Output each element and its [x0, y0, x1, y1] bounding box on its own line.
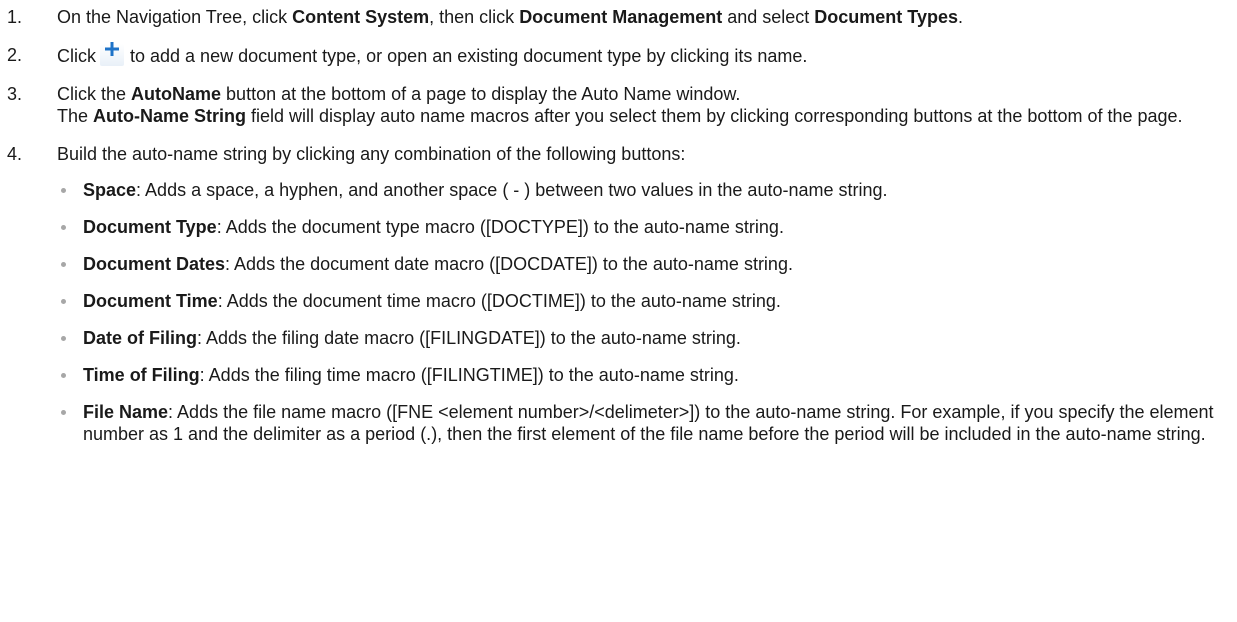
ui-term-auto-name-string: Auto-Name String: [93, 106, 247, 126]
bullet-desc: : Adds a space, a hyphen, and another sp…: [136, 180, 888, 200]
step-text: The: [57, 106, 94, 126]
list-item-time-of-filing: Time of Filing: Adds the filing time mac…: [57, 364, 1237, 386]
bullet-desc: : Adds the file name macro ([FNE <elemen…: [83, 402, 1214, 444]
bullet-term: Time of Filing: [83, 365, 200, 385]
step-text: On the Navigation Tree, click: [57, 7, 293, 27]
list-item-space: Space: Adds a space, a hyphen, and anoth…: [57, 179, 1237, 201]
step-text: button at the bottom of a page to displa…: [221, 84, 741, 104]
step-text: Build the auto-name string by clicking a…: [57, 144, 686, 164]
step-2: 2. Click to add a new document type, or o…: [0, 42, 1237, 67]
add-plus-icon: [100, 42, 124, 66]
bullet-term: Date of Filing: [83, 328, 197, 348]
ui-term-document-management: Document Management: [519, 7, 723, 27]
ui-term-autoname: AutoName: [131, 84, 222, 104]
step-text: and select: [722, 7, 815, 27]
button-list: Space: Adds a space, a hyphen, and anoth…: [57, 179, 1237, 445]
step-1: 1. On the Navigation Tree, click Content…: [0, 6, 1237, 28]
step-text: .: [957, 7, 963, 27]
bullet-term: Document Type: [83, 217, 217, 237]
step-body: On the Navigation Tree, click Content Sy…: [57, 6, 1237, 28]
step-body: Click to add a new document type, or open…: [57, 42, 1237, 67]
bullet-term: Document Dates: [83, 254, 226, 274]
step-number: 1.: [7, 7, 23, 27]
step-text: Click: [57, 46, 96, 66]
step-body: Build the auto-name string by clicking a…: [57, 143, 1237, 445]
step-3: 3. Click the AutoName button at the bott…: [0, 83, 1237, 127]
list-item-document-type: Document Type: Adds the document type ma…: [57, 216, 1237, 238]
step-number: 3.: [7, 84, 23, 104]
list-item-date-of-filing: Date of Filing: Adds the filing date mac…: [57, 327, 1237, 349]
step-line: The Auto-Name String field will display …: [57, 105, 1237, 127]
bullet-desc: : Adds the filing date macro ([FILINGDAT…: [197, 328, 741, 348]
list-item-document-time: Document Time: Adds the document time ma…: [57, 290, 1237, 312]
bullet-term: Space: [83, 180, 137, 200]
bullet-term: Document Time: [83, 291, 218, 311]
step-text: Click the: [57, 84, 132, 104]
bullet-desc: : Adds the document type macro ([DOCTYPE…: [216, 217, 784, 237]
step-4: 4. Build the auto-name string by clickin…: [0, 143, 1237, 445]
bullet-term: File Name: [83, 402, 169, 422]
step-number: 2.: [7, 45, 23, 65]
step-line: Click the AutoName button at the bottom …: [57, 83, 1237, 105]
step-text: , then click: [429, 7, 520, 27]
list-item-document-dates: Document Dates: Adds the document date m…: [57, 253, 1237, 275]
step-body: Click the AutoName button at the bottom …: [57, 83, 1237, 127]
ui-term-content-system: Content System: [292, 7, 430, 27]
step-text: field will display auto name macros afte…: [246, 106, 1183, 126]
ui-term-document-types: Document Types: [814, 7, 958, 27]
bullet-desc: : Adds the document time macro ([DOCTIME…: [217, 291, 781, 311]
step-text: to add a new document type, or open an e…: [130, 46, 808, 66]
bullet-desc: : Adds the document date macro ([DOCDATE…: [225, 254, 793, 274]
step-number: 4.: [7, 144, 23, 164]
list-item-file-name: File Name: Adds the file name macro ([FN…: [57, 401, 1237, 445]
instruction-document: 1. On the Navigation Tree, click Content…: [0, 6, 1237, 461]
bullet-desc: : Adds the filing time macro ([FILINGTIM…: [199, 365, 739, 385]
